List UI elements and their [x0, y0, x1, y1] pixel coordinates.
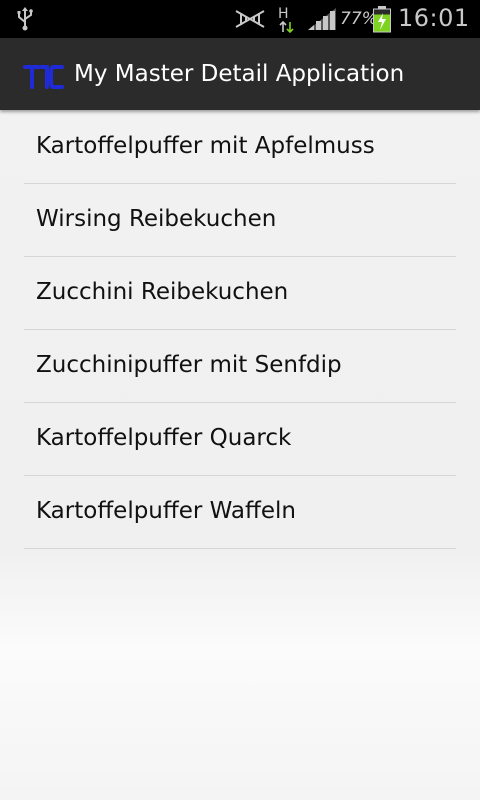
recipe-list: Kartoffelpuffer mit Apfelmuss Wirsing Re… — [24, 111, 456, 549]
list-item[interactable]: Wirsing Reibekuchen — [24, 184, 456, 257]
list-item[interactable]: Kartoffelpuffer mit Apfelmuss — [24, 111, 456, 184]
svg-text:H: H — [278, 6, 289, 22]
list-item-label: Wirsing Reibekuchen — [36, 206, 277, 232]
list-item-label: Kartoffelpuffer Quarck — [36, 425, 292, 451]
hplus-data-icon: H — [278, 6, 294, 34]
action-bar: My Master Detail Application — [0, 38, 480, 110]
list-item[interactable]: Kartoffelpuffer Waffeln — [24, 476, 456, 549]
list-item-label: Zucchinipuffer mit Senfdip — [36, 352, 342, 378]
app-title: My Master Detail Application — [74, 61, 405, 87]
list-item[interactable]: Zucchini Reibekuchen — [24, 257, 456, 330]
list-item-label: Kartoffelpuffer mit Apfelmuss — [36, 133, 375, 159]
list-item-label: Kartoffelpuffer Waffeln — [36, 498, 296, 524]
usb-icon — [17, 7, 33, 31]
status-bar: H 77% 16:01 — [0, 0, 480, 38]
no-signal-icon — [235, 10, 265, 28]
clock: 16:01 — [398, 4, 470, 32]
list-item[interactable]: Kartoffelpuffer Quarck — [24, 403, 456, 476]
signal-strength-icon — [308, 8, 336, 30]
list-item[interactable]: Zucchinipuffer mit Senfdip — [24, 330, 456, 403]
app-logo-icon[interactable] — [22, 62, 66, 90]
battery-charging-icon — [373, 6, 391, 33]
list-item-label: Zucchini Reibekuchen — [36, 279, 289, 305]
